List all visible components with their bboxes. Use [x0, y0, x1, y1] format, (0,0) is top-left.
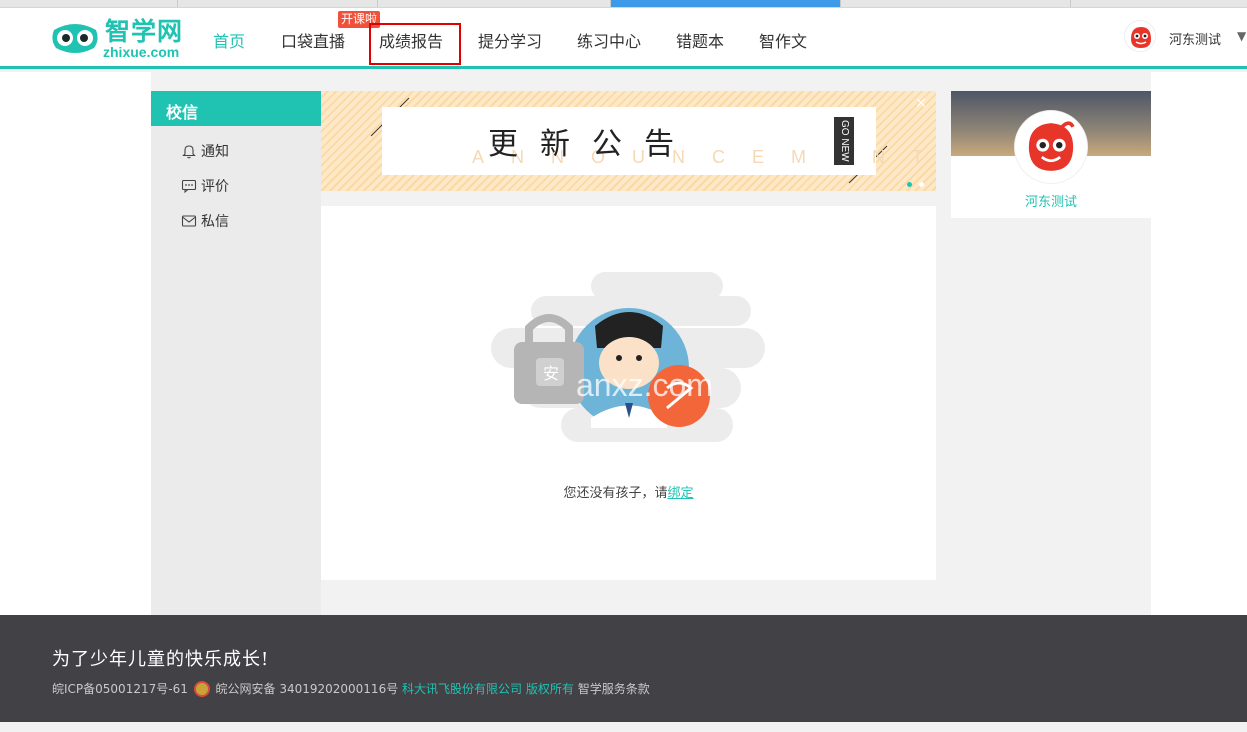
sidebar-item-label: 通知 — [201, 144, 229, 160]
red-mascot-icon — [1018, 114, 1084, 180]
logo-text-en: zhixue.com — [103, 44, 180, 60]
nav-home[interactable]: 首页 — [213, 28, 245, 52]
logo-text-cn: 智学网 — [105, 17, 184, 46]
bind-child-link[interactable]: 绑定 — [668, 486, 694, 501]
banner-tag: GO NEW — [834, 117, 854, 165]
svg-text:安: 安 — [543, 364, 559, 383]
browser-tab[interactable] — [378, 0, 611, 7]
police-badge-icon — [193, 681, 210, 697]
icp-number[interactable]: 皖ICP备05001217号-61 — [52, 682, 188, 696]
empty-message: 您还没有孩子，请绑定 — [321, 482, 936, 501]
banner-title: 更新公告 — [488, 127, 696, 162]
bottom-strip — [0, 722, 1247, 732]
footer-slogan: 为了少年儿童的快乐成长! — [52, 649, 270, 670]
watermark-text: anxz.com — [576, 367, 713, 403]
nav-live[interactable]: 口袋直播 — [281, 28, 345, 52]
nav-mistake-book[interactable]: 错题本 — [676, 28, 724, 52]
carousel-dot-active[interactable] — [907, 182, 912, 187]
nav-composition[interactable]: 智作文 — [759, 28, 807, 52]
left-sidebar: 校信 通知 评价 私信 — [151, 91, 321, 615]
nav-practice-center[interactable]: 练习中心 — [577, 28, 641, 52]
browser-tab[interactable] — [0, 0, 178, 7]
browser-tab-strip — [0, 0, 1247, 8]
announcement-banner[interactable]: ANNOUNCEMENT 更新公告 GO NEW × — [321, 91, 936, 191]
site-logo[interactable]: 智学网 zhixue.com — [50, 12, 190, 62]
sidebar-item-label: 私信 — [201, 214, 229, 230]
banner-content: ANNOUNCEMENT 更新公告 GO NEW — [382, 107, 923, 175]
close-icon[interactable]: × — [915, 95, 927, 111]
no-child-illustration: 安 anxz.com — [491, 272, 765, 442]
chevron-down-icon[interactable]: ▼ — [1237, 29, 1246, 43]
profile-card: 河东测试 — [951, 91, 1151, 218]
empty-message-text: 您还没有孩子，请 — [563, 486, 668, 501]
carousel-dot[interactable] — [919, 182, 924, 187]
owl-logo-icon — [52, 24, 98, 53]
children-card: 安 anxz.com 您还没有孩子，请绑定 — [321, 206, 936, 580]
browser-tab-active[interactable] — [611, 0, 841, 7]
user-name[interactable]: 河东测试 — [1169, 29, 1221, 48]
avatar[interactable] — [1015, 111, 1087, 183]
comment-icon — [181, 179, 197, 194]
site-footer: 为了少年儿童的快乐成长! 皖ICP备05001217号-61 皖公网安备 340… — [0, 615, 1247, 722]
avatar[interactable] — [1124, 20, 1156, 52]
police-record[interactable]: 皖公网安备 34019202000116号 — [216, 682, 399, 696]
company-copyright[interactable]: 科大讯飞股份有限公司 版权所有 — [402, 682, 574, 696]
carousel-dots — [907, 175, 931, 191]
nav-improve-study[interactable]: 提分学习 — [478, 28, 542, 52]
browser-tab[interactable] — [178, 0, 378, 7]
red-mascot-icon — [1126, 22, 1155, 51]
site-header: 智学网 zhixue.com 首页 口袋直播 开课啦 成绩报告 提分学习 练习中… — [0, 8, 1247, 69]
sidebar-item-label: 评价 — [201, 179, 229, 195]
browser-tab[interactable] — [841, 0, 1071, 7]
sidebar-title: 校信 — [151, 91, 321, 126]
highlight-box — [369, 23, 461, 65]
profile-name[interactable]: 河东测试 — [951, 191, 1151, 210]
terms-link[interactable]: 智学服务条款 — [578, 682, 650, 696]
mail-icon — [181, 215, 197, 227]
bell-icon — [182, 145, 196, 159]
footer-legal: 皖ICP备05001217号-61 皖公网安备 34019202000116号 … — [52, 680, 650, 697]
